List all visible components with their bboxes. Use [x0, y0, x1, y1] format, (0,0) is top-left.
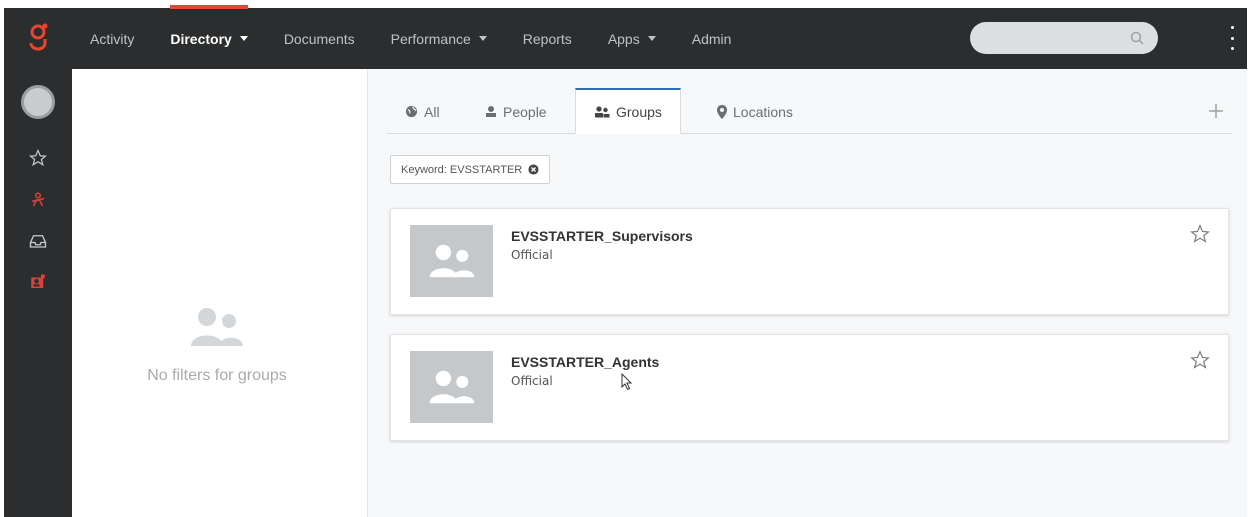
tab-all-label: All	[424, 103, 440, 120]
nav-performance[interactable]: Performance	[373, 8, 505, 69]
groups-icon	[429, 244, 474, 278]
top-nav-bar: Activity Directory Documents Performance…	[4, 5, 1247, 69]
nav-activity-label: Activity	[90, 30, 135, 47]
directory-rail-button[interactable]	[4, 191, 72, 209]
inbox-rail-button[interactable]	[4, 233, 72, 249]
nav-documents-label: Documents	[283, 30, 355, 47]
group-name-link[interactable]: EVSSTARTER_Agents	[511, 354, 659, 370]
group-result-card[interactable]: EVSSTARTER_Agents Official	[390, 334, 1229, 441]
nav-documents[interactable]: Documents	[266, 8, 373, 69]
tab-locations[interactable]: Locations	[717, 89, 793, 134]
main-nav: Activity Directory Documents Performance…	[72, 5, 750, 69]
chevron-down-icon	[478, 36, 487, 41]
contact-card-icon	[31, 274, 45, 288]
remove-filter-icon[interactable]	[528, 164, 539, 175]
group-name-link[interactable]: EVSSTARTER_Supervisors	[511, 228, 693, 244]
search-icon[interactable]	[1130, 31, 1144, 45]
group-type-label: Official	[511, 374, 553, 388]
nav-admin-label: Admin	[691, 30, 732, 47]
inbox-icon	[29, 235, 47, 248]
add-tab-icon[interactable]	[1206, 101, 1226, 121]
chevron-down-icon	[647, 36, 656, 41]
star-icon[interactable]	[1190, 350, 1210, 370]
user-avatar-button[interactable]	[4, 85, 72, 119]
empty-state-message: No filters for groups	[147, 367, 287, 384]
person-icon	[486, 106, 496, 117]
map-marker-icon	[717, 104, 727, 119]
groups-icon	[429, 370, 474, 404]
nav-apps-label: Apps	[607, 30, 640, 47]
keyword-filter-chip[interactable]: Keyword: EVSSTARTER	[390, 155, 551, 184]
favorites-button[interactable]	[4, 149, 72, 167]
keyword-chip-label: Keyword: EVSSTARTER	[401, 163, 523, 176]
nav-activity[interactable]: Activity	[72, 8, 152, 69]
nav-directory-label: Directory	[170, 30, 232, 47]
results-pane: All People Groups Locations Keyword: EVS…	[368, 69, 1247, 517]
nav-performance-label: Performance	[390, 30, 471, 47]
groups-icon	[191, 308, 243, 346]
star-icon	[29, 149, 47, 167]
search-input[interactable]	[970, 22, 1158, 54]
groups-icon	[595, 105, 610, 117]
app-window: Activity Directory Documents Performance…	[0, 0, 1251, 517]
directory-icon	[31, 192, 45, 207]
tab-locations-label: Locations	[733, 103, 793, 120]
group-result-card[interactable]: EVSSTARTER_Supervisors Official	[390, 208, 1229, 315]
nav-apps[interactable]: Apps	[590, 8, 674, 69]
tab-people-label: People	[503, 103, 547, 120]
group-thumbnail	[410, 225, 493, 297]
genesys-logo-icon[interactable]	[4, 8, 72, 69]
more-vertical-icon[interactable]	[1227, 24, 1237, 52]
nav-admin[interactable]: Admin	[674, 8, 750, 69]
mouse-cursor-icon	[621, 373, 633, 391]
contacts-rail-button[interactable]	[4, 273, 72, 291]
left-rail	[4, 69, 72, 517]
tab-groups-label: Groups	[616, 103, 662, 120]
tab-people[interactable]: People	[485, 89, 547, 134]
group-thumbnail	[410, 351, 493, 423]
directory-tabs: All People Groups Locations	[387, 88, 1232, 134]
nav-reports[interactable]: Reports	[505, 8, 590, 69]
avatar	[21, 85, 55, 119]
chevron-down-icon	[239, 36, 248, 41]
tab-all[interactable]: All	[405, 89, 440, 134]
star-icon[interactable]	[1190, 224, 1210, 244]
tab-groups[interactable]: Groups	[575, 88, 681, 134]
globe-icon	[405, 105, 418, 118]
nav-reports-label: Reports	[522, 30, 572, 47]
filter-panel: No filters for groups	[72, 69, 368, 517]
nav-directory[interactable]: Directory	[152, 5, 265, 69]
group-type-label: Official	[511, 248, 553, 262]
